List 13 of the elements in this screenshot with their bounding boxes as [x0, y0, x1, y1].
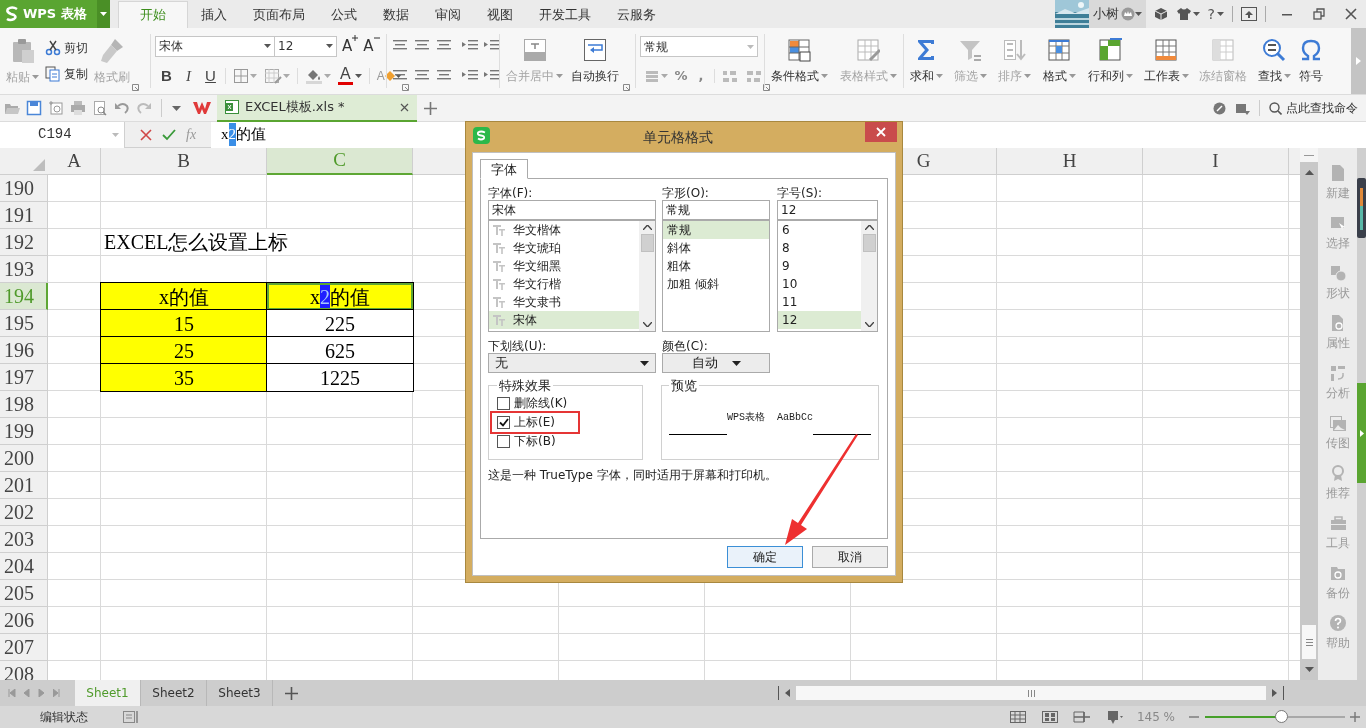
preview-text: WPS表格 — [727, 410, 765, 425]
group-label: 特殊效果 — [498, 377, 552, 395]
field-label: 字形(O): — [662, 185, 710, 200]
field-label: 颜色(C): — [662, 338, 709, 353]
zoom-reading: 145 % — [1136, 709, 1175, 726]
group-label: 预览 — [670, 377, 698, 395]
field-label: 字号(S): — [777, 185, 824, 200]
dialog-title: 单元格格式 — [641, 128, 714, 147]
info-text: 这是一种 TrueType 字体，同时适用于屏幕和打印机。 — [488, 467, 778, 484]
preview-text: AaBbCc — [777, 410, 814, 425]
field-label: 下划线(U): — [488, 338, 548, 353]
status-text: 编辑状态 — [40, 709, 88, 726]
field-label: 字体(F): — [488, 185, 534, 200]
